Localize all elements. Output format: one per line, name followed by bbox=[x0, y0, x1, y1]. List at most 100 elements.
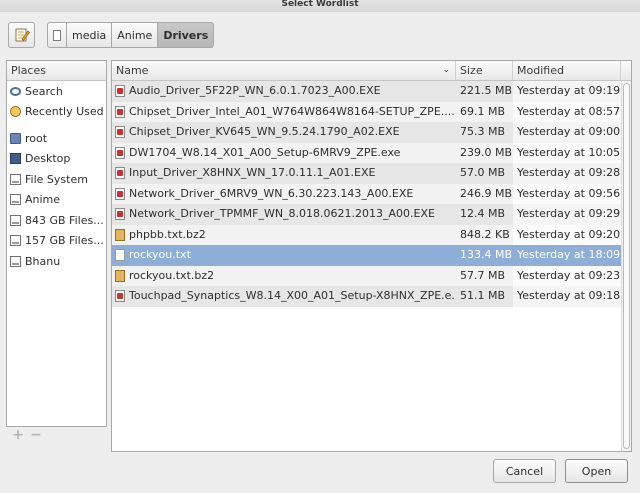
drive-icon bbox=[10, 214, 21, 226]
place-item[interactable]: 157 GB Files... bbox=[7, 231, 106, 252]
place-label: Recently Used bbox=[25, 105, 104, 119]
place-label: File System bbox=[25, 172, 88, 186]
pencil-notepad-icon bbox=[15, 28, 30, 42]
file-modified: Yesterday at 09:28 bbox=[513, 163, 621, 184]
file-modified: Yesterday at 09:19 bbox=[513, 81, 621, 102]
places-list: Search Recently Used root Desktop File Syste… bbox=[7, 81, 106, 272]
file-name-cell: Chipset_Driver_Intel_A01_W764W864W8164-S… bbox=[112, 101, 456, 122]
breadcrumb-anime-button[interactable]: Anime bbox=[111, 22, 159, 48]
vertical-scrollbar[interactable] bbox=[621, 81, 631, 451]
file-size: 75.3 MB bbox=[456, 122, 513, 143]
file-name-cell: Network_Driver_TPMMF_WN_8.018.0621.2013_… bbox=[112, 204, 456, 225]
type-location-button[interactable] bbox=[8, 22, 35, 48]
file-name: Touchpad_Synaptics_W8.14_X00_A01_Setup-X… bbox=[129, 289, 456, 302]
file-name: rockyou.txt.bz2 bbox=[129, 268, 215, 282]
file-modified: Yesterday at 09:56 bbox=[513, 183, 621, 204]
remove-bookmark-button[interactable]: − bbox=[30, 428, 42, 442]
file-name: Chipset_Driver_Intel_A01_W764W864W8164-S… bbox=[129, 104, 455, 118]
breadcrumb-root-button[interactable] bbox=[47, 22, 67, 48]
desktop-icon bbox=[10, 153, 21, 165]
file-name: phpbb.txt.bz2 bbox=[129, 227, 206, 241]
file-name: Network_Driver_TPMMF_WN_8.018.0621.2013_… bbox=[129, 207, 435, 220]
file-name: Chipset_Driver_KV645_WN_9.5.24.1790_A02.… bbox=[129, 125, 400, 138]
file-name: Audio_Driver_5F22P_WN_6.0.1.7023_A00.EXE bbox=[129, 84, 381, 97]
file-name-cell: phpbb.txt.bz2 bbox=[112, 224, 456, 245]
file-name-cell: rockyou.txt bbox=[112, 245, 456, 266]
breadcrumb-drivers-button[interactable]: Drivers bbox=[157, 22, 215, 48]
file-size: 12.4 MB bbox=[456, 204, 513, 225]
table-row[interactable]: rockyou.txt.bz2 57.7 MB Yesterday at 09:23 bbox=[112, 265, 631, 286]
column-header-size[interactable]: Size bbox=[456, 61, 513, 80]
file-name-cell: DW1704_W8.14_X01_A00_Setup-6MRV9_ZPE.exe bbox=[112, 142, 456, 163]
drive-icon bbox=[10, 194, 21, 206]
table-row[interactable]: Chipset_Driver_KV645_WN_9.5.24.1790_A02.… bbox=[112, 122, 631, 143]
file-list: Name ⌄ Size Modified Audio_Driver_5F22P_… bbox=[111, 60, 632, 452]
text-file-icon bbox=[115, 249, 125, 262]
places-toolbar: + − bbox=[12, 428, 42, 442]
file-name: Input_Driver_X8HNX_WN_17.0.11.1_A01.EXE bbox=[129, 166, 376, 179]
table-row[interactable]: Network_Driver_TPMMF_WN_8.018.0621.2013_… bbox=[112, 204, 631, 225]
file-name-cell: Input_Driver_X8HNX_WN_17.0.11.1_A01.EXE bbox=[112, 163, 456, 184]
table-row[interactable]: Chipset_Driver_Intel_A01_W764W864W8164-S… bbox=[112, 101, 631, 122]
cancel-button[interactable]: Cancel bbox=[493, 459, 556, 483]
place-item[interactable]: Bhanu bbox=[7, 251, 106, 272]
place-item[interactable]: Anime bbox=[7, 190, 106, 211]
file-size: 246.9 MB bbox=[456, 183, 513, 204]
exe-icon bbox=[115, 146, 125, 159]
file-modified: Yesterday at 09:29 bbox=[513, 204, 621, 225]
file-size: 848.2 KB bbox=[456, 224, 513, 245]
column-header-name[interactable]: Name ⌄ bbox=[112, 61, 456, 80]
place-item[interactable]: Recently Used bbox=[7, 102, 106, 123]
place-item[interactable]: File System bbox=[7, 169, 106, 190]
file-name: Network_Driver_6MRV9_WN_6.30.223.143_A00… bbox=[129, 186, 414, 200]
file-name: DW1704_W8.14_X01_A00_Setup-6MRV9_ZPE.exe bbox=[129, 145, 401, 159]
archive-icon bbox=[115, 269, 125, 282]
search-icon bbox=[10, 86, 21, 96]
file-name-cell: Network_Driver_6MRV9_WN_6.30.223.143_A00… bbox=[112, 183, 456, 204]
scrollbar-thumb[interactable] bbox=[623, 83, 630, 449]
exe-icon bbox=[115, 208, 125, 221]
file-size: 133.4 MB bbox=[456, 245, 513, 266]
sort-descending-icon: ⌄ bbox=[442, 65, 450, 75]
exe-icon bbox=[115, 167, 125, 180]
table-row[interactable]: rockyou.txt 133.4 MB Yesterday at 18:09 bbox=[112, 245, 631, 266]
dialog-actions: Cancel Open bbox=[493, 459, 628, 483]
place-label: root bbox=[25, 131, 48, 145]
exe-icon bbox=[115, 187, 125, 200]
place-item[interactable]: Desktop bbox=[7, 149, 106, 170]
file-modified: Yesterday at 18:09 bbox=[513, 245, 621, 266]
table-row[interactable]: Touchpad_Synaptics_W8.14_X00_A01_Setup-X… bbox=[112, 286, 631, 307]
drive-icon bbox=[10, 173, 21, 185]
archive-icon bbox=[115, 228, 125, 241]
file-name-cell: Chipset_Driver_KV645_WN_9.5.24.1790_A02.… bbox=[112, 122, 456, 143]
file-modified: Yesterday at 08:57 bbox=[513, 101, 621, 122]
add-bookmark-button[interactable]: + bbox=[12, 428, 24, 442]
table-row[interactable]: Network_Driver_6MRV9_WN_6.30.223.143_A00… bbox=[112, 183, 631, 204]
file-size: 239.0 MB bbox=[456, 142, 513, 163]
place-label: 157 GB Files... bbox=[25, 234, 104, 248]
file-size: 57.0 MB bbox=[456, 163, 513, 184]
file-modified: Yesterday at 09:00 bbox=[513, 122, 621, 143]
file-modified: Yesterday at 09:23 bbox=[513, 265, 621, 286]
file-name-cell: Touchpad_Synaptics_W8.14_X00_A01_Setup-X… bbox=[112, 286, 456, 307]
place-label: 843 GB Files... bbox=[25, 213, 104, 227]
places-header[interactable]: Places bbox=[7, 61, 106, 81]
exe-icon bbox=[115, 126, 125, 139]
open-button[interactable]: Open bbox=[565, 459, 628, 483]
column-header-modified[interactable]: Modified bbox=[513, 61, 621, 80]
breadcrumb-media-button[interactable]: media bbox=[66, 22, 113, 48]
place-item[interactable]: root bbox=[7, 128, 106, 149]
table-row[interactable]: Input_Driver_X8HNX_WN_17.0.11.1_A01.EXE 5… bbox=[112, 163, 631, 184]
breadcrumb: media Anime Drivers bbox=[47, 22, 215, 48]
square-icon bbox=[53, 29, 61, 41]
file-rows: Audio_Driver_5F22P_WN_6.0.1.7023_A00.EXE… bbox=[112, 81, 631, 307]
table-row[interactable]: phpbb.txt.bz2 848.2 KB Yesterday at 09:20 bbox=[112, 224, 631, 245]
file-size: 51.1 MB bbox=[456, 286, 513, 307]
place-item[interactable]: Search bbox=[7, 81, 106, 102]
table-row[interactable]: DW1704_W8.14_X01_A00_Setup-6MRV9_ZPE.exe… bbox=[112, 142, 631, 163]
table-row[interactable]: Audio_Driver_5F22P_WN_6.0.1.7023_A00.EXE… bbox=[112, 81, 631, 102]
place-item[interactable]: 843 GB Files... bbox=[7, 210, 106, 231]
places-sidebar: Places Search Recently Used root Desktop Fil… bbox=[6, 60, 107, 427]
file-list-header: Name ⌄ Size Modified bbox=[112, 61, 631, 81]
file-size: 69.1 MB bbox=[456, 101, 513, 122]
